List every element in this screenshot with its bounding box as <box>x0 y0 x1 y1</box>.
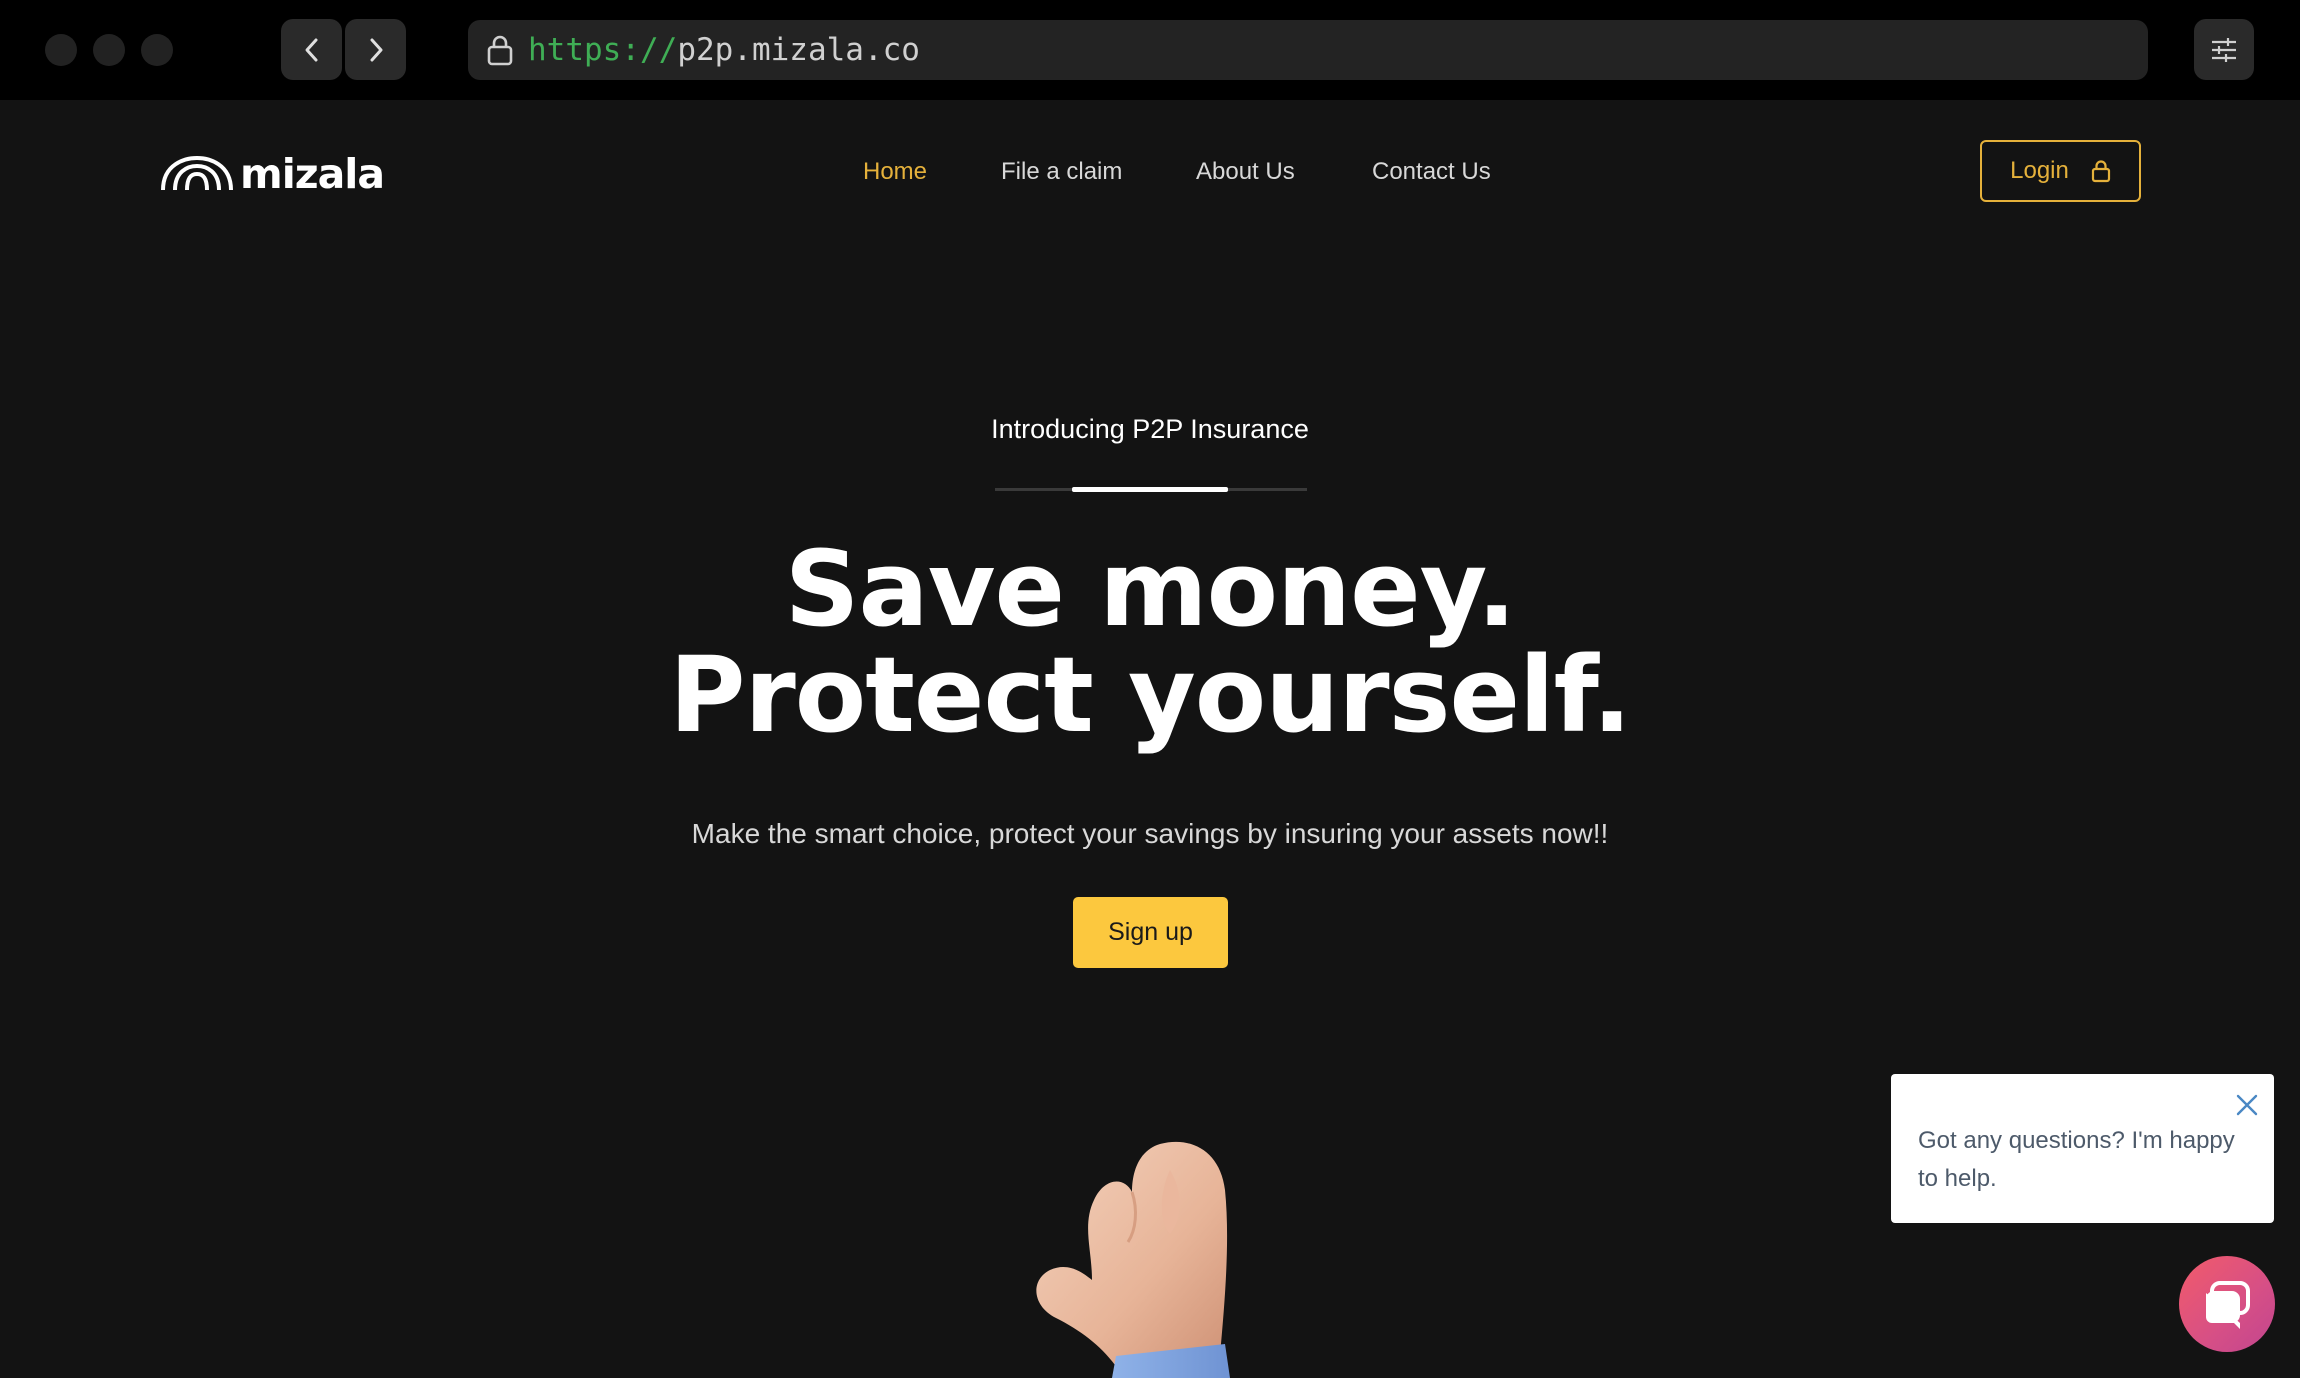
signup-button[interactable]: Sign up <box>1073 897 1228 968</box>
nav-home[interactable]: Home <box>863 158 927 186</box>
hand-illustration <box>1036 1141 1230 1378</box>
headline-line-2: Protect yourself. <box>669 634 1632 756</box>
lock-icon <box>486 34 514 66</box>
url-scheme: https:// <box>528 32 678 68</box>
browser-toolbar: https:// p2p.mizala.co <box>0 0 2300 100</box>
close-icon <box>2236 1094 2258 1116</box>
nav-about-us[interactable]: About Us <box>1196 158 1295 186</box>
site-logo[interactable]: mizala <box>160 150 385 198</box>
hero-divider-active <box>1072 487 1228 492</box>
site-header: mizala Home File a claim About Us Contac… <box>0 100 2300 242</box>
chat-launcher-button[interactable] <box>2179 1256 2275 1352</box>
nav-file-a-claim[interactable]: File a claim <box>1001 158 1122 186</box>
hero-eyebrow: Introducing P2P Insurance <box>991 414 1309 444</box>
hero-headline: Save money. Protect yourself. <box>0 536 2300 748</box>
browser-settings-button[interactable] <box>2194 19 2254 80</box>
chat-popup: Got any questions? I'm happy to help. <box>1891 1074 2274 1223</box>
chevron-right-icon <box>370 38 382 61</box>
hero-subtitle: Make the smart choice, protect your savi… <box>691 818 1609 849</box>
nav-contact-us[interactable]: Contact Us <box>1372 158 1491 186</box>
mizala-arch-logo-icon <box>161 155 233 191</box>
logo-wordmark: mizala <box>240 150 385 198</box>
login-button[interactable]: Login <box>1980 140 2141 202</box>
window-maximize-dot[interactable] <box>141 34 173 66</box>
window-close-dot[interactable] <box>45 34 77 66</box>
hero-divider <box>995 487 1307 492</box>
lock-icon <box>2091 160 2110 183</box>
chat-close-button[interactable] <box>2234 1092 2260 1118</box>
sliders-icon <box>2212 37 2236 62</box>
chevron-left-icon <box>305 38 317 61</box>
headline-line-1: Save money. <box>784 528 1517 650</box>
address-bar[interactable]: https:// p2p.mizala.co <box>468 20 2148 80</box>
chat-icon <box>2206 1281 2250 1329</box>
chat-message: Got any questions? I'm happy to help. <box>1918 1127 2235 1192</box>
login-label: Login <box>2010 157 2069 184</box>
window-minimize-dot[interactable] <box>93 34 125 66</box>
url-host: p2p.mizala.co <box>677 32 920 68</box>
forward-button[interactable] <box>345 19 406 80</box>
back-button[interactable] <box>281 19 342 80</box>
